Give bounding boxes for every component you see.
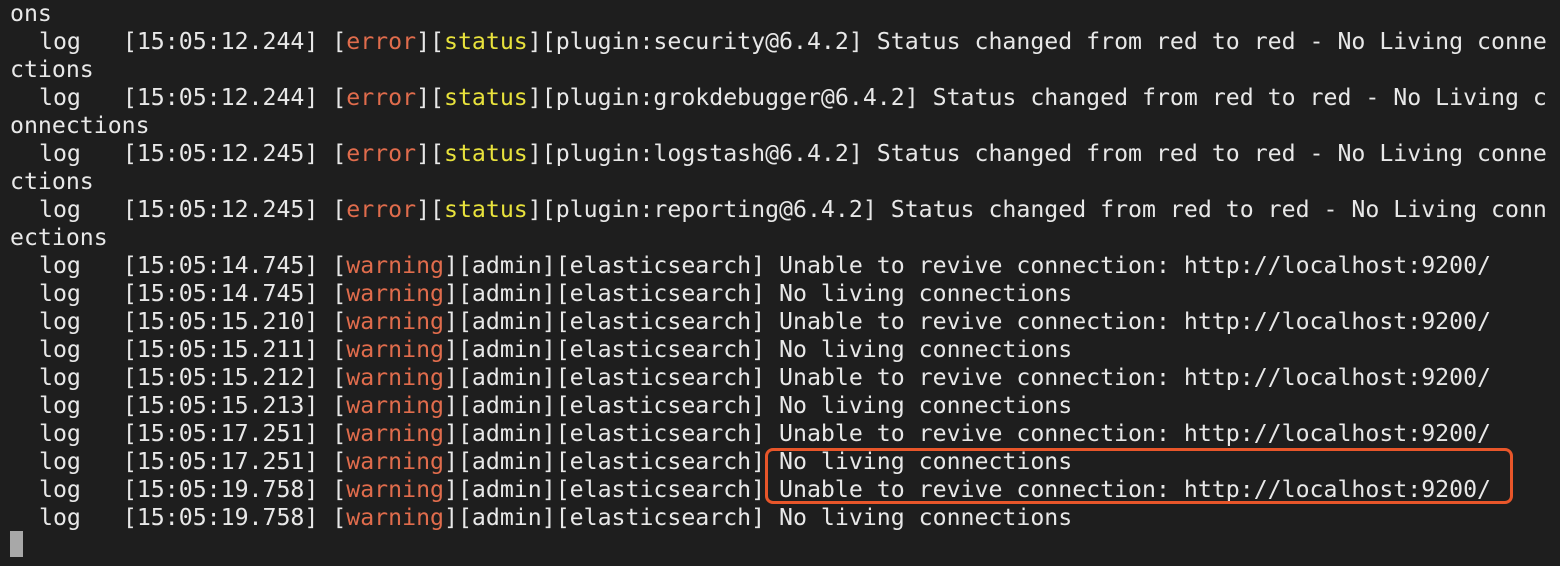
log-prefix: log (39, 196, 81, 223)
log-prefix: log (39, 28, 81, 55)
log-message: [admin][elasticsearch] No living connect… (457, 504, 1073, 531)
terminal-cursor (10, 531, 23, 557)
log-tag: status (444, 84, 528, 111)
log-prefix: log (39, 476, 81, 503)
output-line: onnections (10, 112, 150, 140)
log-prefix: log (39, 420, 81, 447)
log-line: log [15:05:19.758] [warning][admin][elast… (39, 504, 1073, 531)
line-text: ons (10, 0, 52, 27)
line-text: ctions (10, 168, 94, 195)
log-timestamp: [15:05:17.251] (122, 448, 319, 475)
log-timestamp: [15:05:15.211] (122, 336, 319, 363)
log-prefix: log (39, 140, 81, 167)
log-prefix: log (39, 504, 81, 531)
log-line: log [15:05:12.245] [error][status][plugin… (39, 140, 1547, 167)
log-timestamp: [15:05:15.212] (122, 364, 319, 391)
log-level: error (346, 140, 417, 167)
log-prefix: log (39, 364, 81, 391)
log-level: error (346, 196, 417, 223)
log-level: warning (346, 448, 444, 475)
log-line: log [15:05:17.251] [warning][admin][elast… (39, 420, 1492, 447)
log-timestamp: [15:05:15.210] (122, 308, 319, 335)
log-level: warning (346, 476, 444, 503)
log-message: [admin][elasticsearch] No living connect… (457, 280, 1073, 307)
log-line: log [15:05:15.212] [warning][admin][elast… (39, 364, 1492, 391)
line-text: ctions (10, 56, 94, 83)
log-prefix: log (39, 336, 81, 363)
log-level: warning (346, 392, 444, 419)
log-level: warning (346, 308, 444, 335)
log-timestamp: [15:05:12.244] (122, 28, 319, 55)
log-message: [admin][elasticsearch] No living connect… (457, 336, 1073, 363)
log-level: warning (346, 420, 444, 447)
log-line: log [15:05:12.245] [error][status][plugin… (39, 196, 1547, 223)
log-message: [admin][elasticsearch] Unable to revive … (457, 420, 1492, 447)
output-line: ections (10, 224, 108, 252)
log-timestamp: [15:05:12.244] (122, 84, 319, 111)
log-message: [admin][elasticsearch] Unable to revive … (457, 308, 1492, 335)
log-level: error (346, 28, 417, 55)
log-level: error (346, 84, 417, 111)
log-tag: status (444, 28, 528, 55)
log-timestamp: [15:05:12.245] (122, 140, 319, 167)
log-prefix: log (39, 252, 81, 279)
log-message: [plugin:logstash@6.4.2] Status changed f… (541, 140, 1547, 167)
log-level: warning (346, 504, 444, 531)
log-line: log [15:05:14.745] [warning][admin][elast… (39, 280, 1073, 307)
log-timestamp: [15:05:17.251] (122, 420, 319, 447)
output-line: ctions (10, 168, 94, 196)
log-timestamp: [15:05:14.745] (122, 252, 319, 279)
log-timestamp: [15:05:14.745] (122, 280, 319, 307)
log-line: log [15:05:15.210] [warning][admin][elast… (39, 308, 1492, 335)
log-prefix: log (39, 84, 81, 111)
log-prefix: log (39, 308, 81, 335)
terminal-window[interactable]: ons log [15:05:12.244] [error][status][pl… (0, 0, 1560, 566)
log-level: warning (346, 252, 444, 279)
log-message: [admin][elasticsearch] Unable to revive … (457, 252, 1492, 279)
highlight-annotation-box (765, 448, 1513, 504)
log-timestamp: [15:05:12.245] (122, 196, 319, 223)
log-line: log [15:05:15.211] [warning][admin][elast… (39, 336, 1073, 363)
log-prefix: log (39, 280, 81, 307)
output-line: ons (10, 0, 52, 28)
log-message: [admin][elasticsearch] Unable to revive … (457, 364, 1492, 391)
log-timestamp: [15:05:19.758] (122, 504, 319, 531)
log-line: log [15:05:12.244] [error][status][plugin… (39, 84, 1547, 111)
log-tag: status (444, 196, 528, 223)
log-level: warning (346, 280, 444, 307)
log-tag: status (444, 140, 528, 167)
log-timestamp: [15:05:15.213] (122, 392, 319, 419)
output-line: ctions (10, 56, 94, 84)
log-line: log [15:05:12.244] [error][status][plugin… (39, 28, 1547, 55)
log-level: warning (346, 364, 444, 391)
log-level: warning (346, 336, 444, 363)
log-prefix: log (39, 392, 81, 419)
line-text: ections (10, 224, 108, 251)
log-timestamp: [15:05:19.758] (122, 476, 319, 503)
log-prefix: log (39, 448, 81, 475)
line-text: onnections (10, 112, 150, 139)
log-message: [plugin:reporting@6.4.2] Status changed … (541, 196, 1547, 223)
log-message: [plugin:grokdebugger@6.4.2] Status chang… (541, 84, 1547, 111)
log-line: log [15:05:15.213] [warning][admin][elast… (39, 392, 1073, 419)
log-line: log [15:05:14.745] [warning][admin][elast… (39, 252, 1492, 279)
log-message: [plugin:security@6.4.2] Status changed f… (541, 28, 1547, 55)
log-message: [admin][elasticsearch] No living connect… (457, 392, 1073, 419)
